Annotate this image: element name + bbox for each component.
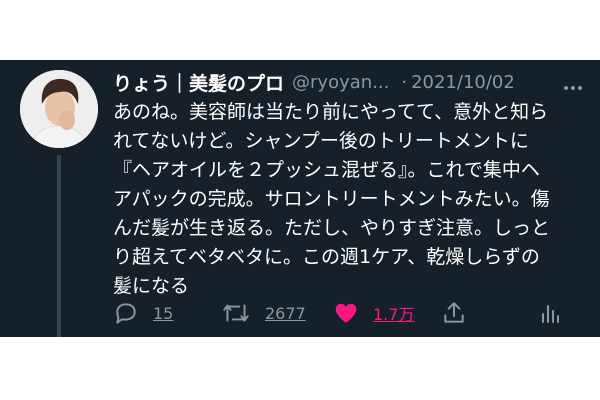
reply-button[interactable]: 15	[113, 298, 173, 328]
tweet-body-line: あのね。美容師は当たり前にやってて、意外と知ら	[113, 101, 549, 123]
avatar[interactable]	[20, 70, 98, 148]
action-bar: 15 2677 1.7万	[113, 298, 573, 328]
retweet-count[interactable]: 2677	[265, 304, 306, 323]
tweet-body-line: んだ髪が生き返る。ただし、やりすぎ注意。しっと	[113, 217, 551, 239]
reply-bubble-icon	[116, 303, 136, 324]
heart-icon	[335, 303, 357, 323]
tweet-body-line: アパックの完成。サロントリートメントみたい。傷	[113, 188, 550, 210]
retweet-button[interactable]: 2677	[221, 298, 306, 328]
share-button[interactable]	[441, 298, 467, 328]
thread-line	[57, 155, 61, 337]
tweet-body-line: 『ヘアオイルを２プッシュ混ぜる』。これで集中ヘ	[113, 159, 540, 181]
reply-count[interactable]: 15	[153, 304, 173, 323]
share-upload-icon	[444, 302, 464, 323]
tweet-body-line: れてないけど。シャンプー後のトリートメントに	[113, 130, 529, 152]
tweet-date[interactable]: 2021/10/02	[411, 72, 515, 93]
display-name[interactable]: りょう｜美髪のプロ	[113, 69, 284, 96]
tweet-card[interactable]: りょう｜美髪のプロ @ryoyan... · 2021/10/02 あのね。美容…	[0, 60, 600, 337]
analytics-button[interactable]	[538, 298, 562, 328]
user-handle[interactable]: @ryoyan...	[292, 72, 389, 93]
like-button[interactable]: 1.7万	[333, 298, 414, 328]
tweet-body-line: り超えてベタベタに。この週1ケア、乾燥しらずの	[113, 246, 540, 268]
tweet-body-line: 髪になる	[113, 275, 190, 297]
more-horizontal-icon[interactable]	[563, 77, 583, 90]
tweet-body: あのね。美容師は当たり前にやってて、意外と知ら れてないけど。シャンプー後のトリ…	[113, 98, 583, 301]
retweet-arrows-icon	[223, 304, 249, 322]
like-count[interactable]: 1.7万	[373, 301, 414, 325]
tweet-header: りょう｜美髪のプロ @ryoyan... · 2021/10/02	[113, 67, 583, 97]
analytics-bars-icon	[542, 305, 559, 323]
avatar-photo	[20, 70, 98, 148]
separator-dot: ·	[401, 71, 408, 93]
